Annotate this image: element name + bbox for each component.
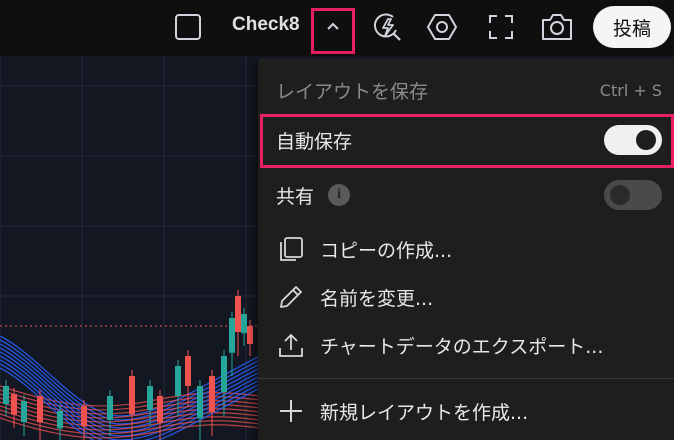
candle [3,386,9,404]
plus-icon [276,396,306,426]
candle [175,366,181,396]
save-shortcut: Ctrl + S [599,80,662,100]
candle [209,376,215,412]
copy-item[interactable]: コピーの作成... [258,224,674,274]
new-layout-label: 新規レイアウトを作成... [320,401,529,424]
layout-menu: レイアウトを保存 Ctrl + S 自動保存 共有 i コピーの作成... 名前… [258,58,674,440]
top-toolbar: Check8 投稿 [0,0,674,56]
new-layout-item[interactable]: 新規レイアウトを作成... [258,386,674,436]
rename-item[interactable]: 名前を変更... [258,272,674,322]
settings-hexagon-icon[interactable] [425,10,459,44]
publish-button[interactable]: 投稿 [593,6,671,48]
highlight-autosave [260,114,674,168]
candle [185,356,191,386]
candle [247,326,253,344]
candle [147,386,153,410]
candle [11,394,17,415]
candle [229,318,235,353]
candle [81,406,87,427]
candle [235,296,241,332]
share-toggle[interactable] [604,180,662,210]
layout-name[interactable]: Check8 [232,14,300,36]
candle [197,386,203,419]
fullscreen-icon[interactable] [485,11,517,43]
rename-label: 名前を変更... [320,287,434,310]
candle [129,376,135,415]
info-icon[interactable]: i [328,184,351,206]
publish-button-label: 投稿 [612,17,651,40]
menu-divider [258,378,674,379]
export-label: チャートデータのエクスポート... [320,335,604,358]
alert-lightning-icon[interactable] [370,10,404,44]
square-icon[interactable] [172,12,204,42]
candle [241,314,247,334]
share-toggle-knob [610,185,630,205]
upload-icon [276,330,306,360]
copy-icon [276,234,306,264]
highlight-chevron [311,8,355,54]
camera-icon[interactable] [538,10,576,44]
candle [37,396,43,423]
copy-label: コピーの作成... [320,239,453,262]
candle [221,356,227,392]
candle [157,396,163,423]
pencil-icon [276,282,306,312]
candle [21,401,27,422]
candle [57,411,63,429]
candle [107,396,113,420]
share-label: 共有 [276,185,315,208]
share-item[interactable]: 共有 i [258,170,674,220]
save-layout-header[interactable]: レイアウトを保存 Ctrl + S [258,66,674,114]
export-item[interactable]: チャートデータのエクスポート... [258,320,674,370]
save-layout-label: レイアウトを保存 [276,80,429,103]
